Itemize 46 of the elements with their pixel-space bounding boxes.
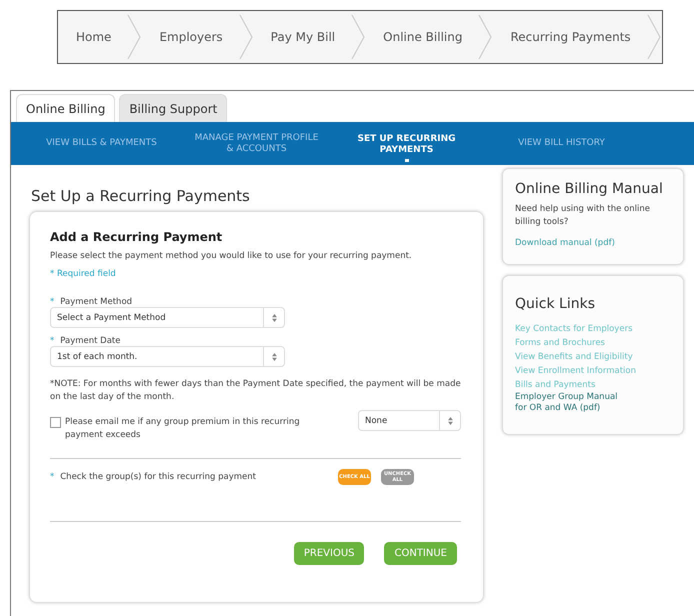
select-field[interactable]: None <box>358 410 461 431</box>
breadcrumb-link[interactable]: Recurring Payments <box>492 30 647 44</box>
help-text: Need help using with the online billing tools? <box>515 203 651 229</box>
quick-link[interactable]: Forms and Brochures <box>515 336 671 350</box>
nav-item[interactable]: VIEW BILL HISTORY <box>479 138 644 149</box>
tab[interactable]: Billing Support <box>119 94 228 122</box>
required-marker: * <box>50 336 54 346</box>
card-title: Online Billing Manual <box>515 181 664 197</box>
checkbox[interactable] <box>50 417 61 428</box>
page-title: Set Up a Recurring Payments <box>31 187 251 205</box>
groups-label: Check the group(s) for this recurring payment <box>60 472 256 482</box>
nav-button[interactable]: PREVIOUS <box>294 542 364 565</box>
chevron-icon <box>127 15 142 59</box>
required-marker: * <box>50 297 54 307</box>
breadcrumb-link[interactable]: Home <box>72 30 128 44</box>
select-field[interactable]: Select a Payment Method <box>50 307 285 328</box>
breadcrumb-link[interactable]: Employers <box>141 30 239 44</box>
form-heading: Add a Recurring Payment <box>50 230 224 244</box>
field-label: Payment Date <box>60 336 120 346</box>
note-text: *NOTE: For months with fewer days than the Payment Date specified, the payment will be made on the last day of the month. <box>50 378 461 404</box>
intro-text: Please select the payment method you would like to use for your recurring payment. <box>50 250 413 263</box>
up-down-arrows-icon <box>272 352 276 360</box>
nav-button[interactable]: CONTINUE <box>384 542 457 565</box>
download-link[interactable]: Download manual (pdf) <box>515 237 671 250</box>
breadcrumb-link[interactable]: Pay My Bill <box>252 30 352 44</box>
breadcrumb-link[interactable]: Online Billing <box>365 30 478 44</box>
up-down-arrows-icon <box>272 314 276 322</box>
nav-item[interactable]: VIEW BILLS & PAYMENTS <box>19 138 184 149</box>
email-option-label: Please email me if any group premium in this recurring payment exceeds <box>65 416 301 442</box>
quick-link[interactable]: Key Contacts for Employers <box>515 322 671 336</box>
quick-link[interactable]: View Benefits and Eligibility <box>515 350 671 364</box>
required-note: * Required field <box>50 269 117 279</box>
chevron-icon <box>351 15 366 59</box>
chevron-icon <box>478 15 492 59</box>
field-label: Payment Method <box>60 297 132 307</box>
nav-item[interactable]: MANAGE PAYMENT PROFILE & ACCOUNTS <box>194 132 319 154</box>
quick-link[interactable]: Bills and Payments <box>515 378 671 392</box>
required-marker: * <box>50 472 54 482</box>
chevron-icon <box>646 15 661 59</box>
quick-link[interactable]: View Enrollment Information <box>515 364 671 378</box>
select-field[interactable]: 1st of each month. <box>50 346 285 367</box>
card-title: Quick Links <box>515 296 596 312</box>
quick-link[interactable]: Employer Group Manual for OR and WA (pdf) <box>515 392 625 414</box>
tab[interactable]: Online Billing <box>16 94 116 122</box>
chevron-icon <box>238 15 253 59</box>
up-down-arrows-icon <box>448 416 452 424</box>
